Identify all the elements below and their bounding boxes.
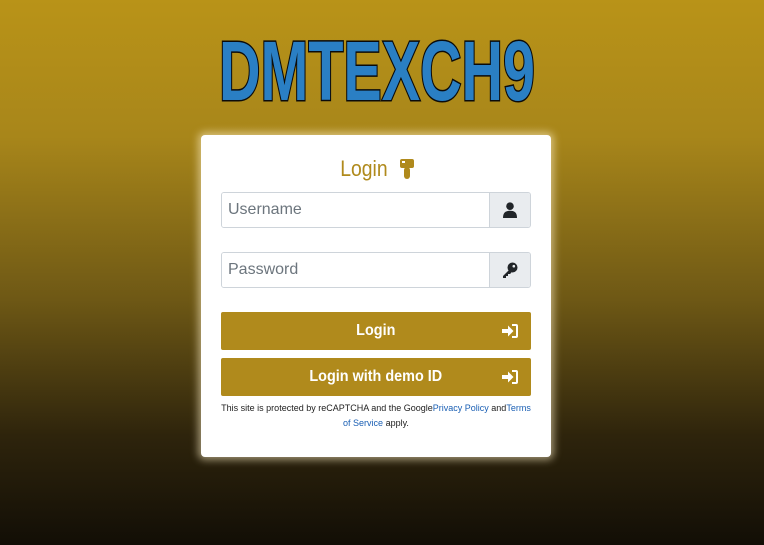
- recaptcha-notice: This site is protected by reCAPTCHA and …: [221, 401, 531, 431]
- privacy-policy-link[interactable]: Privacy Policy: [433, 403, 489, 413]
- login-button-label: Login: [356, 322, 396, 339]
- demo-login-button-label: Login with demo ID: [309, 368, 443, 385]
- password-group: [221, 252, 531, 288]
- login-title: Login: [340, 156, 388, 182]
- site-logo: DMTEXCH9: [218, 26, 537, 108]
- username-group: [221, 192, 531, 228]
- logo-text: DMTEXCH9: [219, 26, 535, 108]
- recaptcha-apply-text: apply.: [383, 418, 409, 428]
- demo-login-button[interactable]: Login with demo ID: [221, 358, 531, 396]
- username-input[interactable]: [222, 193, 489, 227]
- recaptcha-and-text: and: [488, 403, 507, 413]
- recaptcha-text: This site is protected by reCAPTCHA and …: [221, 403, 433, 413]
- sign-in-icon: [502, 324, 518, 338]
- login-card: Login Login: [201, 135, 551, 457]
- login-button[interactable]: Login: [221, 312, 531, 350]
- user-icon: [489, 193, 530, 227]
- key-icon: [489, 253, 530, 287]
- sign-in-icon: [502, 370, 518, 384]
- pointing-hand-icon: [399, 159, 414, 180]
- password-input[interactable]: [222, 253, 489, 287]
- login-heading: Login: [201, 154, 551, 183]
